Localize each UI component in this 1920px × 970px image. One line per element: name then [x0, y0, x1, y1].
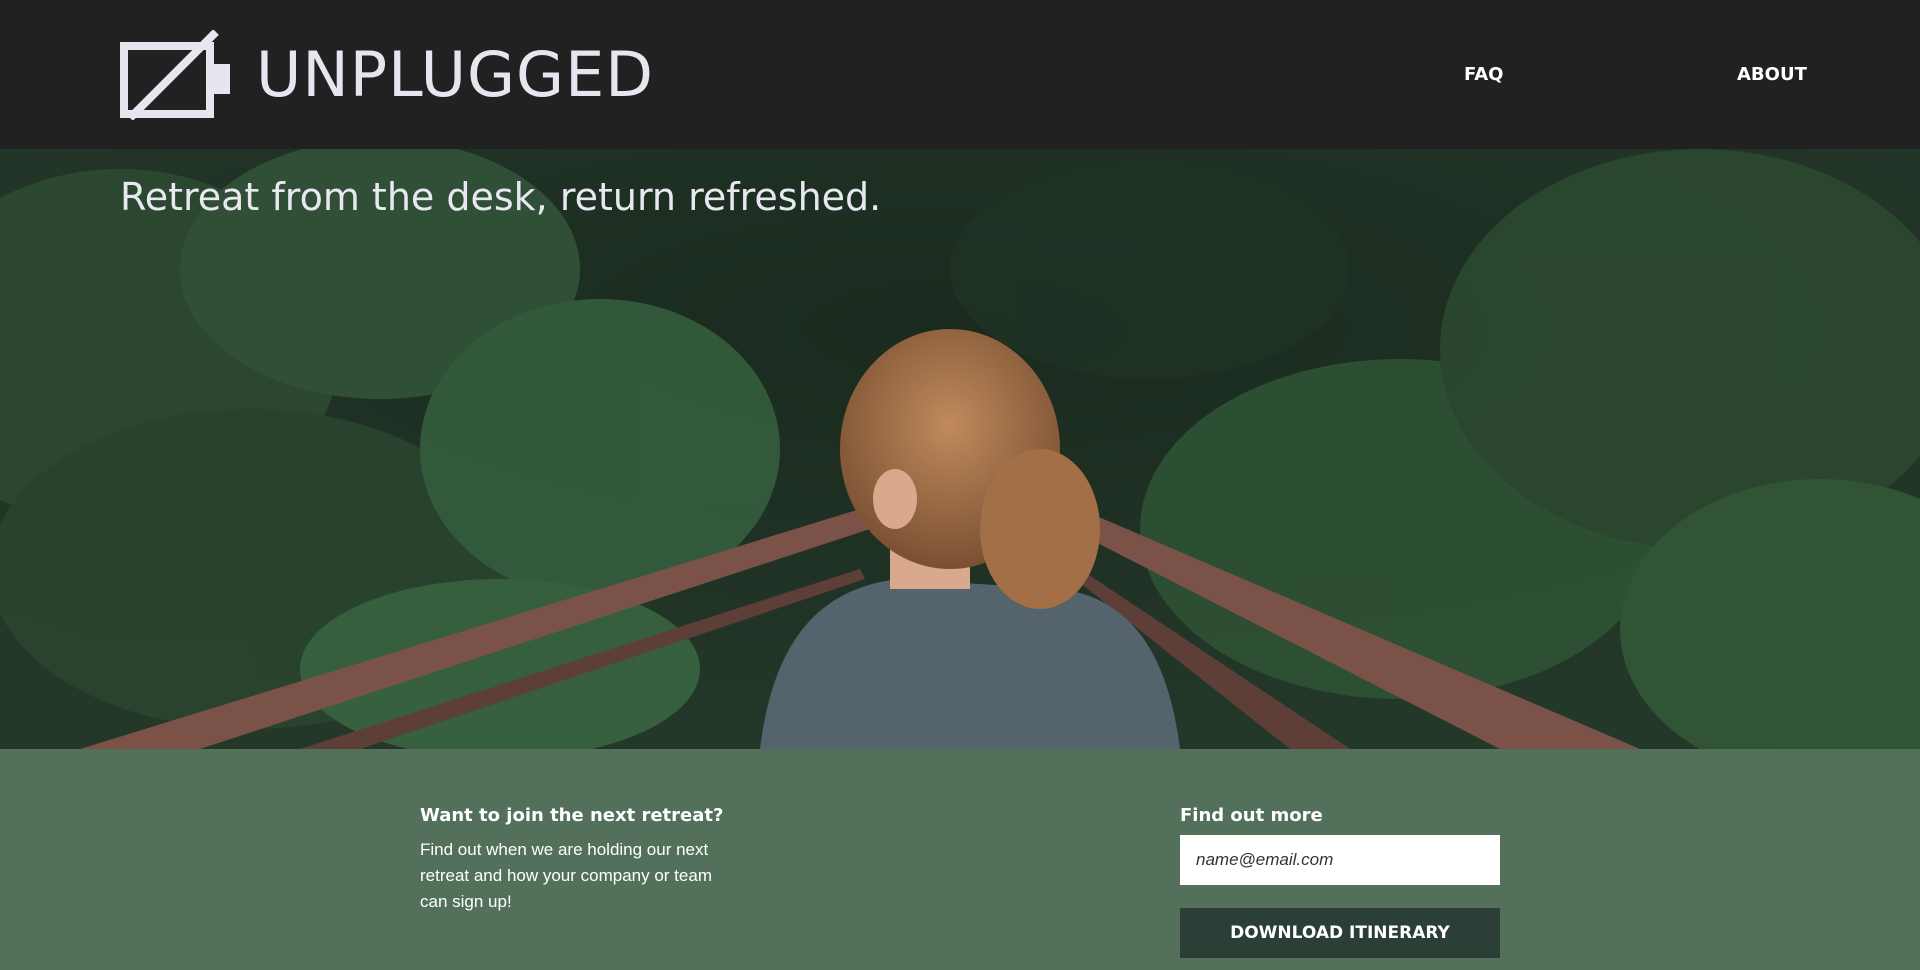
- hero-image: [0, 149, 1920, 749]
- find-out-more-title: Find out more: [1180, 805, 1323, 826]
- hero-tagline: Retreat from the desk, return refreshed.: [120, 175, 882, 219]
- site-header: UNPLUGGED FAQ ABOUT: [0, 0, 1920, 149]
- nav-about-link[interactable]: ABOUT: [1737, 64, 1807, 85]
- join-title: Want to join the next retreat?: [420, 805, 724, 826]
- logo[interactable]: UNPLUGGED: [120, 30, 654, 120]
- nav-faq-link[interactable]: FAQ: [1464, 64, 1503, 85]
- email-input[interactable]: [1180, 835, 1500, 885]
- join-description: Find out when we are holding our next re…: [420, 840, 712, 911]
- hero-section: Retreat from the desk, return refreshed.: [0, 149, 1920, 749]
- battery-off-icon: [120, 30, 230, 120]
- download-itinerary-button[interactable]: DOWNLOAD ITINERARY: [1180, 908, 1500, 958]
- brand-name: UNPLUGGED: [256, 38, 654, 111]
- signup-section: Want to join the next retreat? Find out …: [0, 749, 1920, 970]
